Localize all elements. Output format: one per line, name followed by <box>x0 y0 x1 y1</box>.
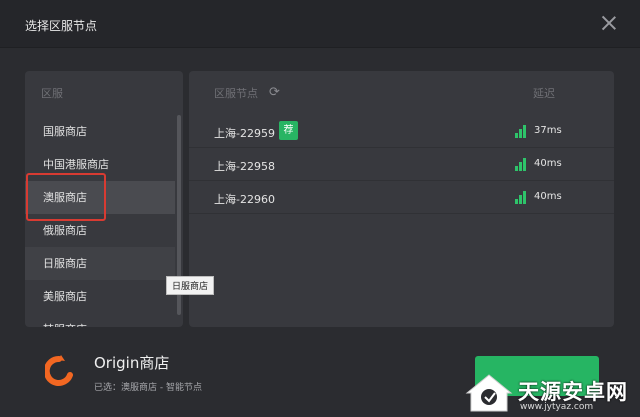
node-list: 上海-22959 荐 37ms 上海-22958 40ms 上海-22960 4… <box>189 115 614 214</box>
watermark-url: www.jytyaz.com <box>520 402 594 412</box>
signal-icon <box>515 157 527 171</box>
dialog-title: 选择区服节点 <box>25 19 98 33</box>
region-panel: 区服 国服商店 中国港服商店 澳服商店 俄服商店 日服商店 美服商店 韩服商店 <box>25 71 183 327</box>
watermark: 天源安卓网 www.jytyaz.com <box>460 370 640 417</box>
region-item-cn[interactable]: 国服商店 <box>25 115 175 148</box>
node-row[interactable]: 上海-22959 荐 37ms <box>189 115 614 148</box>
region-list: 国服商店 中国港服商店 澳服商店 俄服商店 日服商店 美服商店 韩服商店 <box>25 115 175 327</box>
node-panel: 区服节点 ⟳ 延迟 上海-22959 荐 37ms 上海-22958 40ms … <box>189 71 614 327</box>
node-header-name: 区服节点 <box>214 87 258 100</box>
region-item-us[interactable]: 美服商店 <box>25 280 175 313</box>
node-latency: 40ms <box>534 191 562 202</box>
region-item-kr[interactable]: 韩服商店 <box>25 313 175 327</box>
selection-highlight-box <box>26 173 106 221</box>
node-name: 上海-22960 <box>214 193 275 206</box>
node-header: 区服节点 ⟳ 延迟 <box>189 85 614 105</box>
node-header-latency: 延迟 <box>533 87 555 100</box>
node-name: 上海-22959 <box>214 127 275 140</box>
signal-icon <box>515 124 527 138</box>
region-header: 区服 <box>41 87 63 100</box>
node-row[interactable]: 上海-22958 40ms <box>189 148 614 181</box>
refresh-icon[interactable]: ⟳ <box>269 85 280 100</box>
watermark-logo-icon <box>465 374 513 412</box>
selected-info: 已选：澳服商店 - 智能节点 <box>94 383 202 393</box>
close-icon[interactable] <box>600 14 618 32</box>
recommended-badge: 荐 <box>279 121 298 140</box>
region-item-jp[interactable]: 日服商店 <box>25 247 175 280</box>
region-tooltip: 日服商店 <box>166 276 215 295</box>
origin-logo-icon <box>45 355 73 386</box>
node-latency: 37ms <box>534 125 562 136</box>
title-bar: 选择区服节点 <box>0 0 640 48</box>
store-name: Origin商店 <box>94 354 170 372</box>
signal-icon <box>515 190 527 204</box>
node-row[interactable]: 上海-22960 40ms <box>189 181 614 214</box>
node-latency: 40ms <box>534 158 562 169</box>
node-name: 上海-22958 <box>214 160 275 173</box>
